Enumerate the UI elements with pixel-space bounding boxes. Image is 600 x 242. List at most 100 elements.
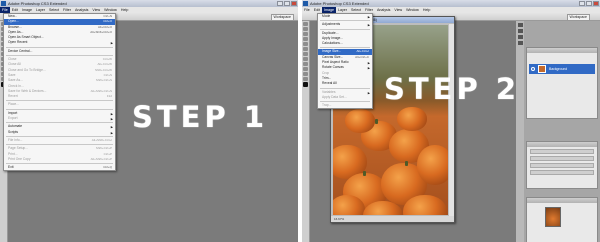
menu-item-label: Trap... bbox=[322, 103, 332, 108]
menu-item-open-recent[interactable]: Open Recent ▶ bbox=[4, 40, 115, 45]
image-menu-dropdown: Mode ▶ Adjustments ▶ Duplicate... Apply Image… bbox=[317, 13, 373, 110]
visibility-eye-icon[interactable] bbox=[531, 67, 535, 71]
menu-item-label: Scripts bbox=[8, 129, 19, 134]
menu-item-mode[interactable]: Mode ▶ bbox=[318, 14, 372, 19]
lasso-tool-icon[interactable] bbox=[303, 32, 308, 36]
panel-dock: Background bbox=[524, 21, 600, 242]
menu-separator bbox=[6, 46, 113, 48]
photoshop-icon bbox=[303, 1, 308, 6]
title-bar: Adobe Photoshop CS3 Extended bbox=[0, 0, 298, 7]
layer-row[interactable]: Background bbox=[529, 64, 595, 74]
workspace-button[interactable]: Workspace bbox=[270, 14, 294, 21]
menu-separator bbox=[320, 47, 370, 49]
menu-item-label: Open Recent bbox=[8, 40, 28, 45]
slice-tool-icon[interactable] bbox=[303, 47, 308, 51]
foreground-color-swatch[interactable] bbox=[303, 82, 308, 87]
collapsed-panels-strip bbox=[516, 21, 524, 242]
brushes-panel-icon[interactable] bbox=[517, 35, 523, 39]
menu-item-label: Print One Copy bbox=[8, 156, 31, 161]
menu-item-adjustments[interactable]: Adjustments ▶ bbox=[318, 22, 372, 27]
close-button[interactable] bbox=[291, 1, 297, 6]
menu-separator bbox=[6, 55, 113, 57]
menu-item-shortcut: Alt+Shift+Ctrl+I bbox=[91, 137, 112, 142]
menu-item-label: Revert bbox=[8, 94, 18, 99]
character-panel-header bbox=[527, 142, 597, 147]
navigator-panel bbox=[526, 197, 598, 242]
crop-tool-icon[interactable] bbox=[303, 42, 308, 46]
screenshot-step-1: Adobe Photoshop CS3 Extended File Edit Ima… bbox=[0, 0, 298, 242]
layers-panel: Background bbox=[526, 47, 598, 119]
actions-panel-icon[interactable] bbox=[517, 29, 523, 33]
step-1-label: STEP 1 bbox=[132, 100, 269, 134]
title-bar: Adobe Photoshop CS3 Extended bbox=[302, 0, 600, 7]
minimize-button[interactable] bbox=[579, 1, 585, 6]
submenu-arrow-icon: ▶ bbox=[110, 117, 113, 122]
menu-separator bbox=[320, 20, 370, 22]
photoshop-icon bbox=[1, 1, 6, 6]
menu-item-scripts[interactable]: Scripts ▶ bbox=[4, 130, 115, 135]
menu-item-label: Device Central... bbox=[8, 48, 33, 53]
menu-item-shortcut: Alt+Shift+Ctrl+P bbox=[90, 156, 112, 161]
move-tool-icon[interactable] bbox=[303, 22, 308, 26]
menu-item-exit[interactable]: Exit Ctrl+Q bbox=[4, 165, 115, 170]
menu-item-label: File Info... bbox=[8, 137, 23, 142]
navigator-thumbnail[interactable] bbox=[545, 207, 561, 227]
tool-presets-icon[interactable] bbox=[517, 41, 523, 45]
menu-item-revert: Revert F12 bbox=[4, 94, 115, 99]
submenu-arrow-icon: ▶ bbox=[110, 130, 113, 135]
menu-item-apply-data-set: Apply Data Set... bbox=[318, 95, 372, 100]
workspace-button[interactable]: Workspace bbox=[566, 14, 590, 21]
vertical-scrollbar[interactable] bbox=[449, 24, 454, 216]
menu-item-export: Export ▶ bbox=[4, 116, 115, 121]
type-tool-icon[interactable] bbox=[303, 67, 308, 71]
minimize-button[interactable] bbox=[277, 1, 283, 6]
menu-item-label: Reveal All bbox=[322, 81, 337, 86]
maximize-button[interactable] bbox=[284, 1, 290, 6]
maximize-button[interactable] bbox=[586, 1, 592, 6]
menu-item-calculations[interactable]: Calculations... bbox=[318, 41, 372, 46]
menu-item-label: Adjustments bbox=[322, 22, 341, 27]
menu-item-device-central[interactable]: Device Central... bbox=[4, 49, 115, 54]
menu-separator bbox=[320, 101, 370, 103]
close-button[interactable] bbox=[593, 1, 599, 6]
magic-wand-tool-icon[interactable] bbox=[303, 37, 308, 41]
menu-item-reveal-all[interactable]: Reveal All bbox=[318, 81, 372, 86]
menu-item-label: Exit bbox=[8, 165, 14, 170]
submenu-arrow-icon: ▶ bbox=[367, 15, 370, 19]
menu-separator bbox=[6, 144, 113, 146]
menu-separator bbox=[6, 100, 113, 102]
menu-item-label: Place... bbox=[8, 102, 19, 107]
tools-panel bbox=[302, 21, 310, 242]
menu-separator bbox=[320, 87, 370, 89]
menu-item-place: Place... bbox=[4, 102, 115, 107]
menu-item-label: Apply Data Set... bbox=[322, 94, 347, 99]
eraser-tool-icon[interactable] bbox=[303, 57, 308, 61]
navigator-panel-header bbox=[527, 198, 597, 203]
window-title: Adobe Photoshop CS3 Extended bbox=[310, 1, 369, 6]
window-title: Adobe Photoshop CS3 Extended bbox=[8, 1, 67, 6]
menu-separator bbox=[320, 28, 370, 30]
menu-item-label: Export bbox=[8, 116, 18, 121]
menu-separator bbox=[6, 108, 113, 110]
menu-item-print-one-copy: Print One Copy Alt+Shift+Ctrl+P bbox=[4, 157, 115, 162]
submenu-arrow-icon: ▶ bbox=[367, 23, 370, 28]
layer-name: Background bbox=[549, 67, 568, 71]
marquee-tool-icon[interactable] bbox=[303, 27, 308, 31]
history-panel-icon[interactable] bbox=[517, 23, 523, 27]
layers-panel-header bbox=[527, 48, 597, 53]
menu-separator bbox=[6, 135, 113, 137]
menu-item-label: Calculations... bbox=[322, 41, 343, 46]
document-status-bar: 16.67% bbox=[331, 216, 454, 222]
menu-separator bbox=[6, 163, 113, 165]
pen-tool-icon[interactable] bbox=[303, 62, 308, 66]
menu-separator bbox=[6, 122, 113, 124]
hand-tool-icon[interactable] bbox=[303, 72, 308, 76]
menu-item-shortcut: F12 bbox=[106, 94, 112, 99]
layer-thumbnail bbox=[538, 65, 546, 73]
menu-item-label: Mode bbox=[322, 14, 331, 18]
screenshot-step-2: Adobe Photoshop CS3 Extended File Edit Ima… bbox=[302, 0, 600, 242]
brush-tool-icon[interactable] bbox=[303, 52, 308, 56]
zoom-tool-icon[interactable] bbox=[303, 77, 308, 81]
submenu-arrow-icon: ▶ bbox=[110, 41, 113, 46]
menu-item-file-info: File Info... Alt+Shift+Ctrl+I bbox=[4, 138, 115, 143]
